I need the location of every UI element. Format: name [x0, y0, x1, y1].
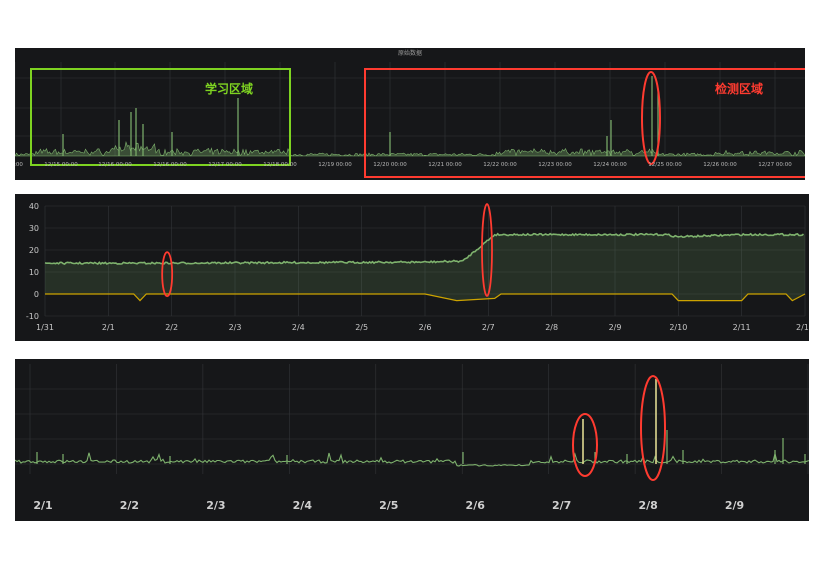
x-tick-label: 12/19 00:00	[318, 162, 352, 168]
x-tick-label: 12/24 00:00	[593, 162, 627, 168]
x-tick-label: 12/15 00:00	[44, 162, 78, 168]
detection-region-label: 检测区域	[715, 82, 764, 96]
learning-region-label: 学习区域	[205, 82, 254, 96]
y-tick-label: 30	[29, 224, 39, 233]
x-tick-label: 2/8	[638, 499, 657, 512]
x-tick-label: 2/1	[102, 323, 115, 332]
x-tick-label: 2/3	[206, 499, 225, 512]
x-tick-label: 1/31	[36, 323, 54, 332]
x-tick-label: 2/8	[545, 323, 558, 332]
y-tick-label: 20	[29, 246, 39, 255]
raw-data-panel: 原始数据 12:0012/15 00:0012/16 00:0012/16 00…	[15, 48, 805, 180]
x-tick-label: 12/21 00:00	[428, 162, 462, 168]
anomaly-ellipse	[572, 413, 598, 477]
x-tick-label: 12/25 00:00	[648, 162, 682, 168]
x-tick-label: 2/12	[796, 323, 809, 332]
x-tick-label: 12/22 00:00	[483, 162, 517, 168]
x-tick-label: 2/3	[229, 323, 242, 332]
x-tick-label: 12/16 00:00	[98, 162, 132, 168]
x-tick-label: 2/9	[725, 499, 744, 512]
series-area	[15, 140, 805, 157]
x-tick-label: 2/6	[466, 499, 486, 512]
spike-panel: 2/12/22/32/42/52/62/72/82/92/	[15, 359, 809, 521]
chart-2-svg: 40 30 20 10 0 -10 1/31 2/1 2/2 2/3 2/4 2/5 2/6 2/7 2/8…	[26, 202, 809, 332]
x-tick-label: 2/7	[552, 499, 571, 512]
x-tick-label: 2/4	[293, 499, 313, 512]
x-tick-label: 2/9	[609, 323, 622, 332]
x-tick-label: 12/27 00:00	[758, 162, 792, 168]
x-tick-label: 12/18 00:00	[263, 162, 297, 168]
y-tick-label: 10	[29, 268, 39, 277]
x-tick-label: 2/2	[120, 499, 139, 512]
anomaly-ellipse	[640, 375, 666, 481]
x-tick-label: 2/4	[292, 323, 305, 332]
x-tick-label: 12/20 00:00	[373, 162, 407, 168]
x-tick-label: 2/5	[379, 499, 398, 512]
x-tick-label: 2/2	[165, 323, 178, 332]
y-tick-label: 40	[29, 202, 39, 211]
x-tick-label: 12/16 00:00	[153, 162, 187, 168]
chart-1-svg: 12:00 12/15 00:00 12/16 00:00 12/16 00:00 12…	[15, 62, 805, 178]
x-tick-label: 12/17 00:00	[208, 162, 242, 168]
anomaly-ellipse	[641, 71, 661, 165]
x-tick-label: 2/6	[419, 323, 432, 332]
x-tick-label: 12:00	[15, 162, 23, 168]
y-tick-label: 0	[34, 290, 39, 299]
x-tick-label: 2/7	[482, 323, 495, 332]
chart-3-svg: 2/12/22/32/42/52/62/72/82/92/	[15, 364, 809, 512]
y-tick-label: -10	[26, 312, 39, 321]
x-tick-label: 2/5	[355, 323, 368, 332]
x-tick-label: 2/1	[33, 499, 52, 512]
metric-panel: 40 30 20 10 0 -10 1/31 2/1 2/2 2/3 2/4 2/5 2/6 2/7 2/8…	[15, 194, 809, 341]
x-tick-label: 12/26 00:00	[703, 162, 737, 168]
x-tick-label: 12/23 00:00	[538, 162, 572, 168]
x-tick-label: 2/10	[669, 323, 687, 332]
x-tick-label: 2/11	[733, 323, 751, 332]
